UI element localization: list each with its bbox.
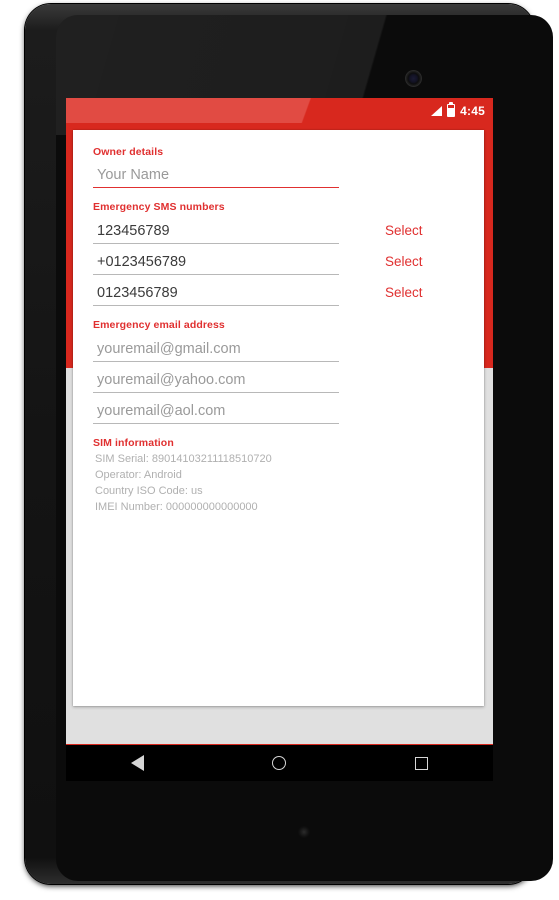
nav-recents-button[interactable]	[400, 745, 444, 781]
battery-icon	[447, 104, 456, 117]
sim-serial-text: SIM Serial: 89014103211118510720	[95, 453, 272, 465]
nav-back-button[interactable]	[115, 745, 159, 781]
emergency-sms-header: Emergency SMS numbers	[93, 201, 225, 213]
owner-name-row	[93, 160, 464, 188]
sms-number-input-3[interactable]	[93, 278, 339, 306]
owner-details-header: Owner details	[93, 146, 164, 158]
emergency-email-header: Emergency email address	[93, 319, 225, 331]
recents-square-icon	[415, 756, 429, 770]
sms-number-input-2[interactable]	[93, 247, 339, 275]
sms-number-input-1[interactable]	[93, 216, 339, 244]
settings-card: Owner details Emergency SMS numbers Sele…	[73, 130, 484, 706]
front-camera-icon	[406, 71, 421, 86]
sms-number-row: Select	[93, 216, 464, 244]
email-row	[93, 396, 464, 424]
nav-home-button[interactable]	[257, 745, 301, 781]
signal-bars-icon	[430, 105, 443, 116]
sms-select-button-2[interactable]: Select	[385, 254, 423, 275]
status-bar-clock: 4:45	[460, 103, 485, 118]
sim-information-header: SIM information	[93, 437, 174, 449]
sim-operator-text: Operator: Android	[95, 469, 182, 481]
back-triangle-icon	[130, 755, 144, 771]
sms-select-button-3[interactable]: Select	[385, 285, 423, 306]
email-input-1[interactable]	[93, 334, 339, 362]
sms-select-button-1[interactable]: Select	[385, 223, 423, 244]
email-row	[93, 365, 464, 393]
android-navigation-bar	[66, 745, 493, 781]
email-row	[93, 334, 464, 362]
sms-number-row: Select	[93, 247, 464, 275]
sim-imei-text: IMEI Number: 000000000000000	[95, 501, 258, 513]
sms-number-row: Select	[93, 278, 464, 306]
email-input-2[interactable]	[93, 365, 339, 393]
device-home-indicator	[298, 826, 310, 838]
status-bar-indicators: 4:45	[430, 98, 485, 123]
status-bar: 4:45	[66, 98, 493, 123]
email-input-3[interactable]	[93, 396, 339, 424]
device-screen: 4:45 Owner details Emergency SMS numbers…	[66, 98, 493, 779]
home-circle-icon	[272, 756, 287, 770]
owner-name-input[interactable]	[93, 160, 339, 188]
sim-country-iso-text: Country ISO Code: us	[95, 485, 203, 497]
